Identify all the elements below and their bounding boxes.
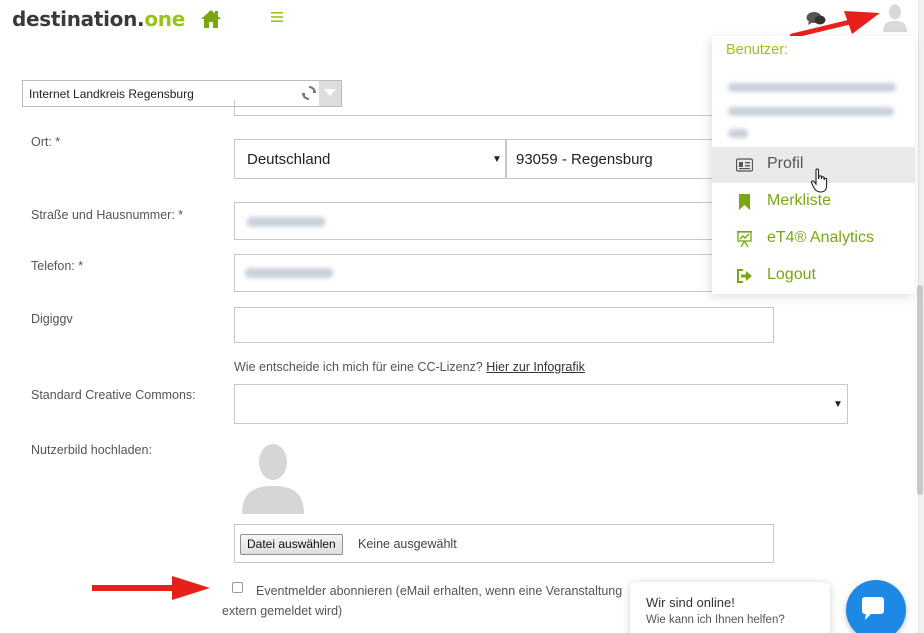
cc-infografik-link[interactable]: Hier zur Infografik [486, 360, 585, 374]
user-placeholder-icon [242, 444, 304, 514]
subscribe-checkbox[interactable] [232, 582, 243, 593]
ort-label: Ort: * [31, 135, 61, 149]
image-upload-label: Nutzerbild hochladen: [31, 443, 152, 457]
file-status: Keine ausgewählt [358, 537, 457, 551]
city-select[interactable]: 93059 - Regensburg [506, 139, 718, 179]
top-bar: destination.one [0, 0, 924, 40]
file-upload: Datei auswählen Keine ausgewählt [234, 524, 774, 563]
site-select-value: Internet Landkreis Regensburg [29, 87, 194, 101]
user-dropdown-menu: Benutzer: Profil Merkliste eT4® Analytic… [712, 36, 915, 294]
cc-label: Standard Creative Commons: [31, 388, 196, 402]
street-label: Straße und Hausnummer: * [31, 208, 184, 222]
chevron-down-icon: ▼ [492, 154, 502, 165]
menu-item-label: eT4® Analytics [767, 229, 874, 246]
subscribe-label-continued: extern gemeldet wird) [222, 604, 343, 618]
redacted-phone [245, 268, 333, 278]
country-select[interactable]: Deutschland ▼ [234, 139, 506, 179]
user-icon[interactable] [881, 3, 909, 33]
choose-file-button[interactable]: Datei auswählen [240, 534, 343, 555]
redacted-username [728, 107, 894, 116]
subscribe-label: Eventmelder abonnieren (eMail erhalten, … [256, 584, 623, 598]
red-arrow-icon [92, 576, 210, 600]
chevron-down-icon [324, 89, 336, 96]
menu-item-label: Logout [767, 266, 816, 283]
menu-item-analytics[interactable]: eT4® Analytics [712, 221, 915, 257]
hand-cursor-icon [810, 168, 828, 193]
chat-help-text: Wie kann ich Ihnen helfen? [646, 614, 785, 626]
bookmark-icon [739, 194, 750, 210]
phone-label: Telefon: * [31, 259, 84, 273]
analytics-icon [737, 231, 752, 247]
home-icon[interactable] [200, 9, 222, 29]
logo-accent: one [144, 7, 185, 31]
chevron-down-icon: ▼ [833, 399, 843, 410]
redacted-username [728, 83, 896, 92]
redacted-street [247, 217, 325, 227]
redacted-username [728, 129, 748, 138]
previous-field-bottom [234, 100, 714, 116]
profile-card-icon [736, 158, 753, 172]
menu-icon[interactable] [270, 10, 284, 24]
country-value: Deutschland [247, 151, 331, 168]
cc-hint-text: Wie entscheide ich mich für eine CC-Lize… [234, 360, 483, 374]
cc-hint: Wie entscheide ich mich für eine CC-Lize… [234, 360, 585, 374]
logout-icon [737, 269, 752, 283]
menu-item-label: Profil [767, 155, 804, 172]
chat-launcher-button[interactable] [846, 580, 906, 633]
cc-select[interactable]: ▼ [234, 384, 848, 424]
user-menu-title: Benutzer: [726, 42, 789, 58]
logo[interactable]: destination.one [12, 7, 185, 31]
digiggv-input[interactable] [234, 307, 774, 343]
street-input[interactable] [234, 202, 714, 240]
chat-online-text: Wir sind online! [646, 595, 735, 610]
chat-popup[interactable]: Wir sind online! Wie kann ich Ihnen helf… [630, 582, 830, 633]
city-value: 93059 - Regensburg [516, 151, 653, 168]
menu-item-logout[interactable]: Logout [712, 258, 915, 294]
reload-icon[interactable] [301, 85, 317, 101]
phone-input[interactable] [234, 254, 714, 292]
scrollbar-thumb[interactable] [917, 285, 923, 495]
logo-text: destination. [12, 7, 145, 31]
menu-item-label: Merkliste [767, 192, 832, 209]
digiggv-label: Digiggv [31, 312, 73, 326]
chat-bubble-icon [862, 597, 884, 620]
